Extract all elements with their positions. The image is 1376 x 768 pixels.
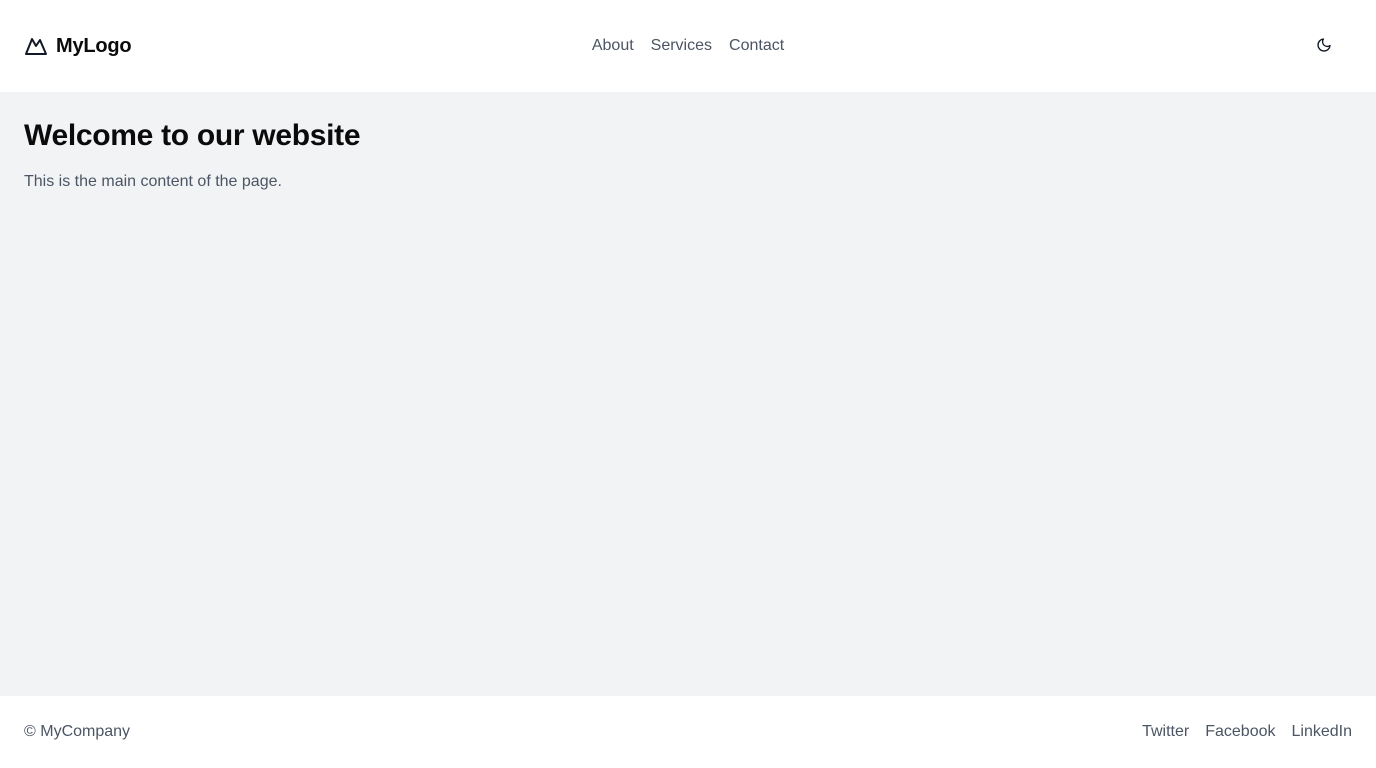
footer-link-linkedin[interactable]: LinkedIn (1292, 723, 1353, 741)
nav-link-about[interactable]: About (592, 37, 634, 55)
mountain-icon (24, 34, 48, 58)
page-description: This is the main content of the page. (24, 173, 282, 190)
theme-toggle-button[interactable] (1304, 26, 1344, 66)
page: MyLogo About Services Contact Welcome to… (0, 0, 1376, 768)
footer-link-facebook[interactable]: Facebook (1205, 723, 1275, 741)
main-content: Welcome to our website This is the main … (0, 92, 1376, 696)
footer-link-twitter[interactable]: Twitter (1142, 723, 1189, 741)
moon-icon (1316, 37, 1332, 56)
brand-link[interactable]: MyLogo (24, 34, 132, 58)
main-nav: About Services Contact (0, 0, 1376, 92)
copyright-text: © MyCompany (24, 723, 131, 740)
nav-link-services[interactable]: Services (651, 37, 712, 55)
social-links: Twitter Facebook LinkedIn (1142, 723, 1352, 741)
page-title: Welcome to our website (24, 119, 361, 152)
site-header: MyLogo About Services Contact (0, 0, 1376, 92)
brand-name: MyLogo (56, 34, 132, 57)
nav-link-contact[interactable]: Contact (729, 37, 784, 55)
site-footer: © MyCompany Twitter Facebook LinkedIn (0, 696, 1376, 768)
